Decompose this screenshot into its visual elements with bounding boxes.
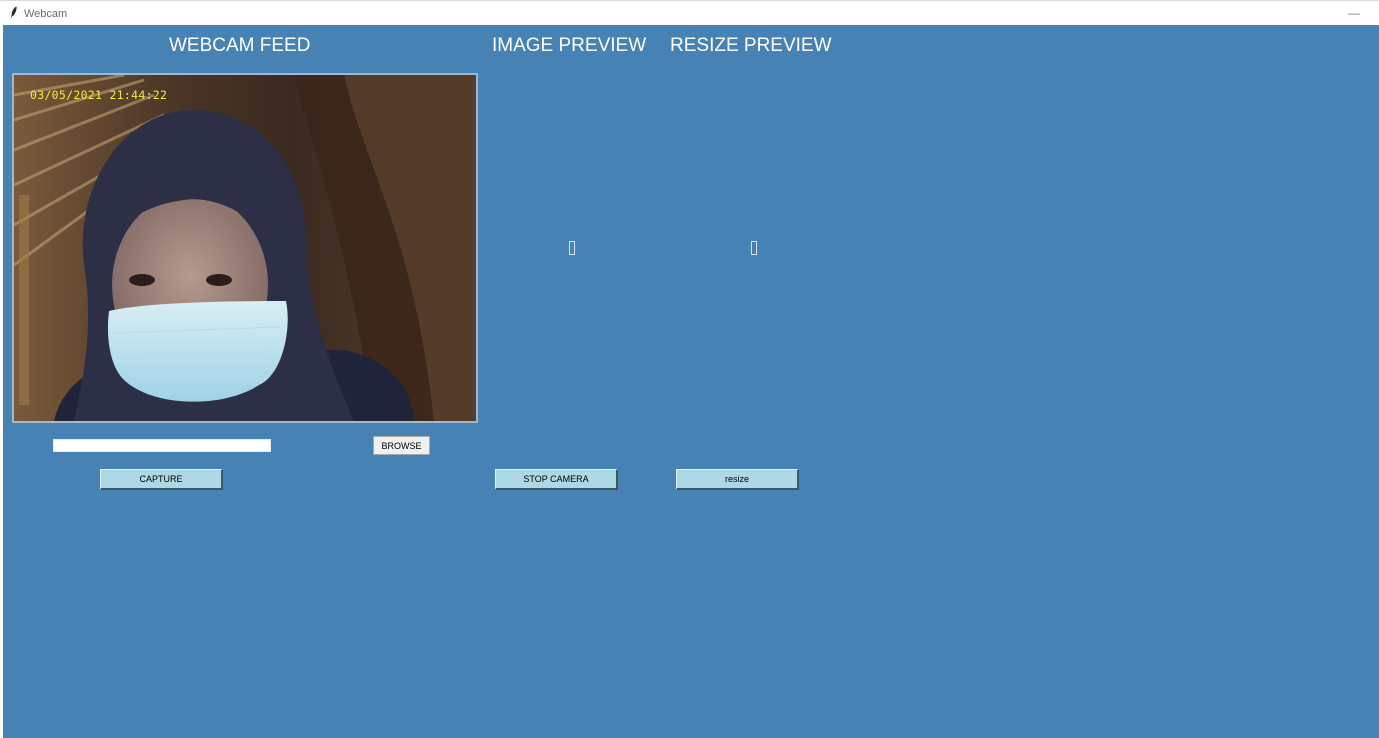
- title-bar: Webcam —: [0, 0, 1379, 25]
- webcam-frame: [14, 75, 476, 421]
- capture-button[interactable]: CAPTURE: [100, 469, 223, 490]
- window-title: Webcam: [24, 8, 68, 20]
- stop-camera-button[interactable]: STOP CAMERA: [495, 469, 618, 490]
- image-preview-heading: IMAGE PREVIEW: [492, 35, 647, 56]
- feed-timestamp: 03/05/2021 21:44:22: [30, 88, 168, 102]
- resize-preview-heading: RESIZE PREVIEW: [670, 35, 832, 56]
- browse-button[interactable]: BROWSE: [373, 436, 430, 455]
- file-path-input[interactable]: [53, 439, 271, 452]
- webcam-feed-heading: WEBCAM FEED: [169, 35, 311, 56]
- resize-preview-panel: [751, 241, 757, 255]
- minimize-button[interactable]: —: [1343, 3, 1365, 23]
- resize-button[interactable]: resize: [676, 469, 799, 490]
- image-preview-panel: [569, 241, 575, 255]
- webcam-feed: 03/05/2021 21:44:22: [12, 73, 478, 423]
- main-panel: WEBCAM FEED IMAGE PREVIEW RESIZE PREVIEW: [3, 25, 1379, 738]
- feather-icon: [10, 6, 17, 20]
